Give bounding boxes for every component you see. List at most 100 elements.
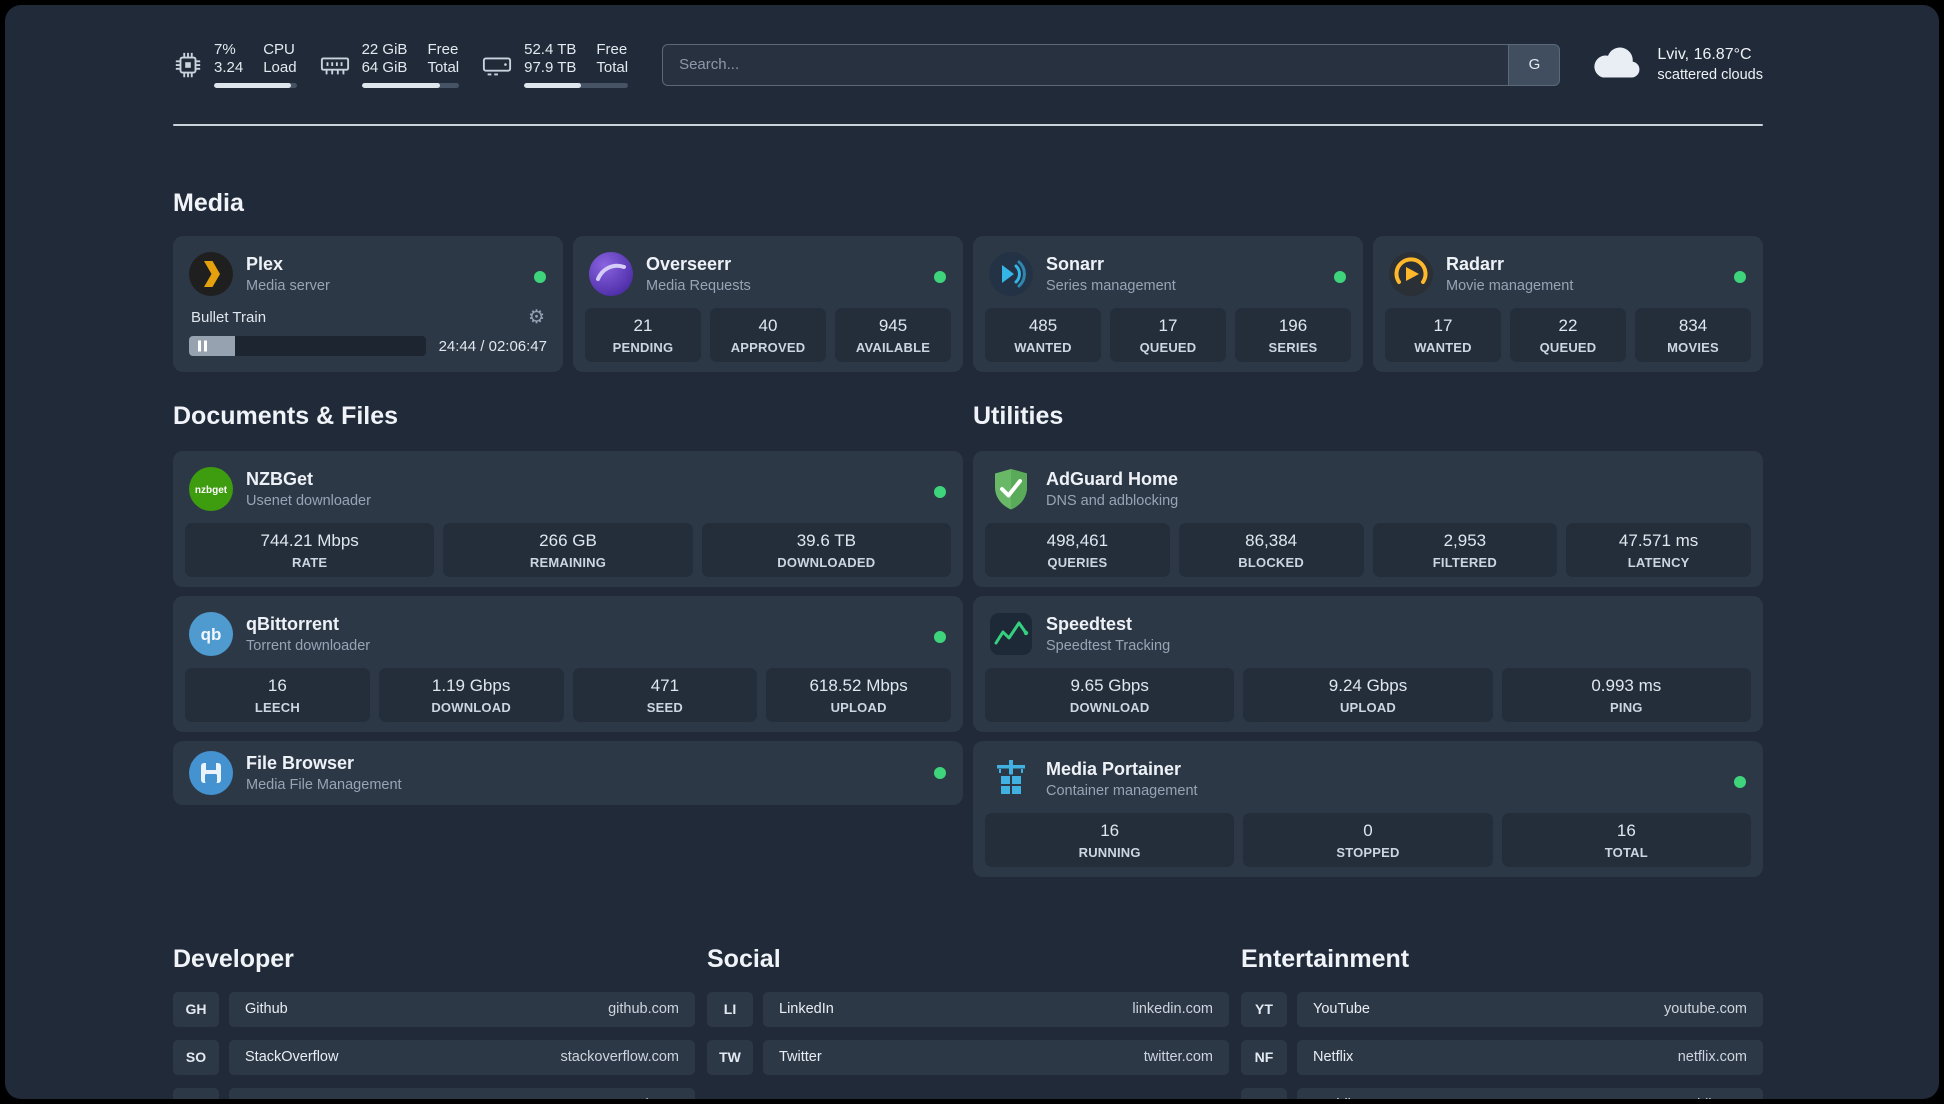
bookmark-reddit[interactable]: RE Reddit reddit.com [1241,1087,1763,1099]
app-subtitle: DNS and adblocking [1046,492,1179,509]
bookmark-stackoverflow[interactable]: SO StackOverflow stackoverflow.com [173,1039,695,1075]
stat-seed: 471 SEED [572,667,758,722]
bookmark-url: linkedin.com [1132,1001,1213,1017]
weather-location: Lviv, 16.87°C [1657,46,1752,63]
dashboard-page: 7% 3.24 CPU Load 22 GiB 64 GiB Free Tota… [5,5,1939,1099]
cpu-label: CPU [263,41,295,58]
app-name: Media Portainer [1046,758,1182,779]
sonarr-icon [989,252,1033,296]
playback-progress-bar[interactable] [189,336,426,356]
stat-queries: 498,461 QUERIES [985,522,1170,577]
app-name: NZBGet [246,468,313,489]
bookmark-url: dev.to [641,1097,679,1099]
stat-total: 16 TOTAL [1501,812,1751,867]
bookmark-url: reddit.com [1679,1097,1747,1099]
app-subtitle: Torrent downloader [246,637,371,654]
radarr-icon [1389,252,1433,296]
stat-blocked: 86,384 BLOCKED [1178,522,1364,577]
system-widgets: 7% 3.24 CPU Load 22 GiB 64 GiB Free Tota… [173,41,629,88]
cpu-icon [173,50,203,80]
app-subtitle: Media Requests [646,278,751,294]
bookmark-abbr: GH [173,991,219,1027]
app-card-portainer[interactable]: Media Portainer Container management 16 … [973,740,1763,877]
app-card-overseerr[interactable]: Overseerr Media Requests 21 PENDING 40 A… [573,236,963,372]
search-input[interactable] [662,43,1509,86]
weather-widget[interactable]: Lviv, 16.87°C scattered clouds [1590,43,1763,86]
bookmark-group-entertainment: Entertainment YT YouTube youtube.com NF … [1241,927,1763,1099]
disk-free-value: 52.4 TB [524,41,577,58]
app-subtitle: Speedtest Tracking [1046,637,1171,654]
stat-movies: 834 MOVIES [1635,308,1751,362]
bookmark-netflix[interactable]: NF Netflix netflix.com [1241,1039,1763,1075]
utilities-column: Utilities AdGuard Home DNS and adblockin… [973,384,1763,877]
qbittorrent-icon: qb [189,611,233,656]
app-name: Radarr [1446,254,1505,274]
app-subtitle: Container management [1046,782,1198,799]
disk-widget: 52.4 TB 97.9 TB Free Total [481,41,629,88]
disk-progress-bar [524,83,629,88]
bookmark-abbr: YT [1241,991,1287,1027]
disk-total-value: 97.9 TB [524,59,577,76]
bookmark-url: twitter.com [1143,1049,1213,1065]
app-card-filebrowser[interactable]: File Browser Media File Management [173,740,963,805]
app-card-qbittorrent[interactable]: qb qBittorrent Torrent downloader 16 LEE… [173,595,963,732]
app-subtitle: Usenet downloader [246,492,371,509]
memory-total-value: 64 GiB [361,59,408,76]
section-title-utilities: Utilities [973,401,1064,430]
bookmark-name: Github [245,1001,288,1017]
stat-series: 196 SERIES [1235,308,1351,362]
bookmark-twitter[interactable]: TW Twitter twitter.com [707,1039,1229,1075]
memory-free-value: 22 GiB [361,41,408,58]
plex-icon [189,252,233,296]
app-card-sonarr[interactable]: Sonarr Series management 485 WANTED 17 Q… [973,236,1363,372]
stat-upload: 9.24 Gbps UPLOAD [1243,667,1493,722]
app-subtitle: Movie management [1446,278,1574,294]
cpu-load-value: 3.24 [214,59,244,76]
pause-icon[interactable] [198,340,207,352]
cpu-progress-bar [214,83,297,88]
bookmark-name: DEV [245,1097,275,1099]
status-dot [534,271,546,283]
section-title-documents: Documents & Files [173,401,399,430]
status-dot [934,630,946,643]
plex-now-playing: Bullet Train ⚙ 24:44 / 02:06:47 [185,308,551,356]
app-card-plex[interactable]: Plex Media server Bullet Train ⚙ 24:44 /… [173,236,563,372]
disk-total-label: Total [596,59,629,76]
stat-approved: 40 APPROVED [710,308,826,362]
app-name: AdGuard Home [1046,468,1179,489]
app-card-adguard[interactable]: AdGuard Home DNS and adblocking 498,461 … [973,450,1763,587]
stat-queued: 22 QUEUED [1510,308,1626,362]
app-subtitle: Media server [246,278,330,294]
app-card-radarr[interactable]: Radarr Movie management 17 WANTED 22 QUE… [1373,236,1763,372]
adguard-icon [989,467,1033,511]
svg-text:nzbget: nzbget [195,485,228,496]
app-name: Sonarr [1046,254,1105,274]
bookmark-youtube[interactable]: YT YouTube youtube.com [1241,991,1763,1027]
status-dot [1334,271,1346,283]
bookmark-linkedin[interactable]: LI LinkedIn linkedin.com [707,991,1229,1027]
stat-running: 16 RUNNING [985,812,1235,867]
bookmark-url: github.com [608,1001,679,1017]
bookmark-dev[interactable]: DT DEV dev.to [173,1087,695,1099]
documents-column: Documents & Files nzbget NZBGet Usenet d… [173,384,963,877]
media-grid: Plex Media server Bullet Train ⚙ 24:44 /… [173,236,1763,372]
stat-remaining: 266 GB REMAINING [443,522,693,577]
bookmark-name: Reddit [1313,1097,1355,1099]
app-card-speedtest[interactable]: Speedtest Speedtest Tracking 9.65 Gbps D… [973,595,1763,732]
bookmark-name: Twitter [779,1049,822,1065]
disk-icon [481,50,513,80]
status-dot [934,766,946,779]
disk-free-label: Free [596,41,628,58]
section-title-entertainment: Entertainment [1241,944,1410,973]
memory-widget: 22 GiB 64 GiB Free Total [319,41,460,88]
app-card-nzbget[interactable]: nzbget NZBGet Usenet downloader 744.21 M… [173,450,963,587]
bookmark-github[interactable]: GH Github github.com [173,991,695,1027]
bookmark-abbr: NF [1241,1039,1287,1075]
search-engine-button[interactable]: G [1508,43,1561,86]
section-title-media: Media [173,189,244,217]
window-frame: 7% 3.24 CPU Load 22 GiB 64 GiB Free Tota… [0,0,1944,1104]
memory-free-label: Free [427,41,459,58]
gear-icon[interactable]: ⚙ [528,308,545,327]
cloud-icon [1590,43,1644,86]
stat-latency: 47.571 ms LATENCY [1566,522,1751,577]
